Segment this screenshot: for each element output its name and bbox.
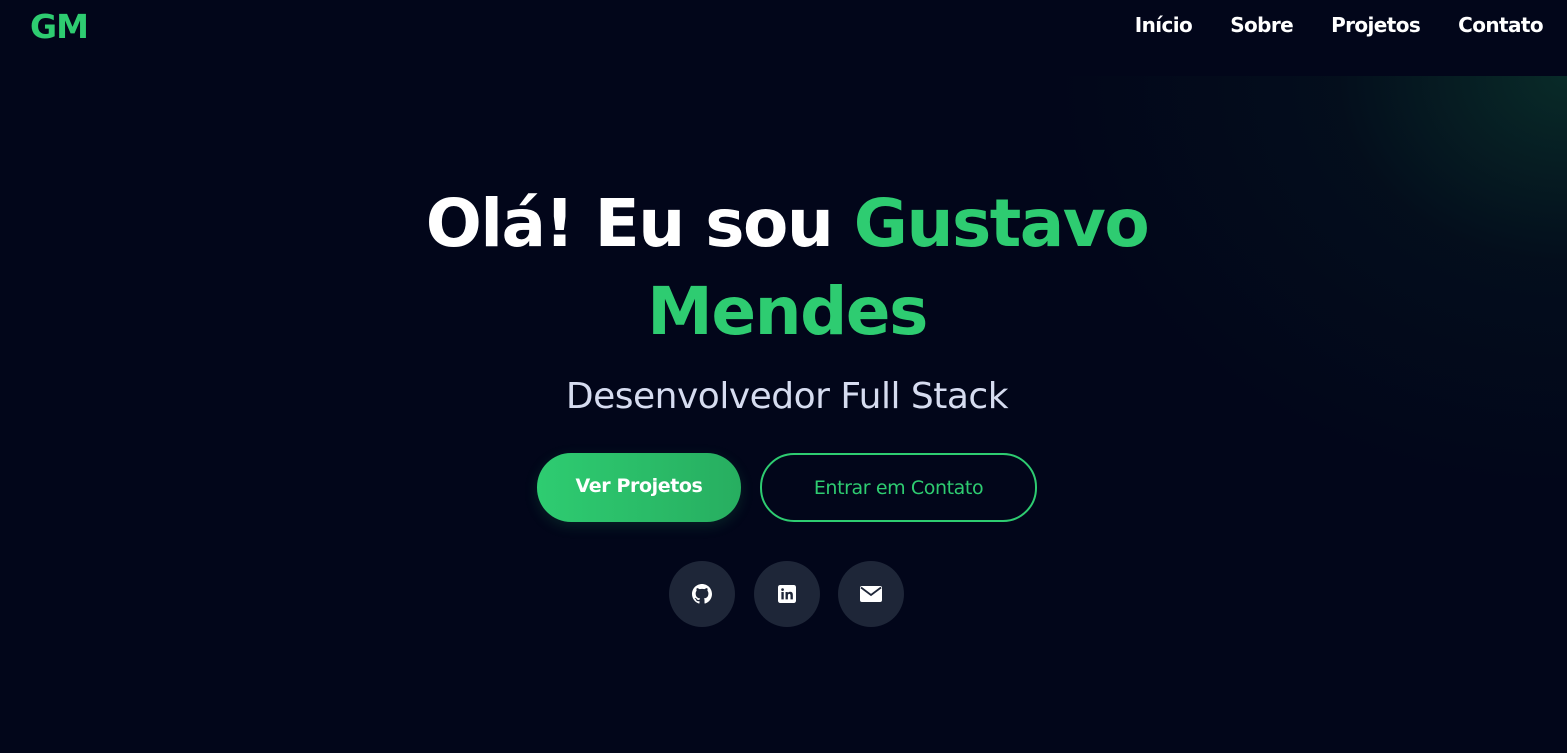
linkedin-icon (778, 585, 796, 603)
github-icon (692, 584, 712, 604)
github-link[interactable] (669, 561, 735, 627)
hero-name-last: Mendes (647, 273, 928, 350)
navbar: GM Início Sobre Projetos Contato (0, 0, 1567, 76)
nav-links: Início Sobre Projetos Contato (1097, 13, 1544, 37)
nav-link-sobre[interactable]: Sobre (1230, 13, 1293, 37)
nav-link-inicio[interactable]: Início (1135, 13, 1193, 37)
logo[interactable]: GM (30, 7, 89, 46)
nav-link-contato[interactable]: Contato (1458, 13, 1543, 37)
linkedin-link[interactable] (754, 561, 820, 627)
hero-greeting: Olá! Eu sou (425, 185, 854, 262)
hero-section: Olá! Eu sou Gustavo Mendes Desenvolvedor … (0, 0, 1567, 753)
email-icon (860, 586, 882, 602)
hero-role: Desenvolvedor Full Stack (565, 376, 1009, 417)
nav-link-projetos[interactable]: Projetos (1331, 13, 1421, 37)
hero-title: Olá! Eu sou Gustavo Mendes (360, 180, 1214, 356)
email-link[interactable] (838, 561, 904, 627)
ver-projetos-button[interactable]: Ver Projetos (537, 453, 741, 522)
page: GM Início Sobre Projetos Contato Olá! Eu… (0, 0, 1567, 753)
hero-name-first: Gustavo (853, 185, 1150, 262)
entrar-em-contato-button[interactable]: Entrar em Contato (760, 453, 1037, 522)
